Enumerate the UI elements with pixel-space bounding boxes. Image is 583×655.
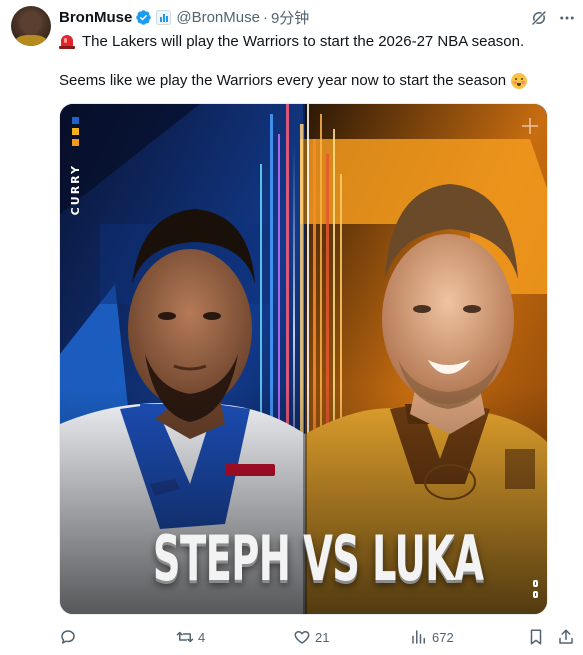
verified-badge-icon xyxy=(136,9,152,25)
views-count: 672 xyxy=(432,629,454,645)
author-handle[interactable]: @BronMuse xyxy=(176,9,260,26)
tweet-text-1: The Lakers will play the Warriors to sta… xyxy=(82,33,525,50)
tweet-media-image[interactable]: CURRY STEPH VS LUKA xyxy=(59,103,548,615)
repost-count: 4 xyxy=(198,629,206,645)
share-icon xyxy=(559,629,573,644)
grok-icon[interactable] xyxy=(530,9,548,27)
reply-button[interactable] xyxy=(59,626,77,648)
bookmark-icon xyxy=(530,629,542,645)
tweet-text-line-1: The Lakers will play the Warriors to sta… xyxy=(59,33,524,50)
flushed-face-emoji xyxy=(511,72,528,89)
tweet-text-2: Seems like we play the Warriors every ye… xyxy=(59,72,507,89)
tweet-text-line-2: Seems like we play the Warriors every ye… xyxy=(59,72,528,89)
like-count: 21 xyxy=(315,629,330,645)
heart-icon xyxy=(294,631,310,644)
vertical-player-label: CURRY xyxy=(69,164,82,216)
tweet-timestamp[interactable]: 9分钟 xyxy=(271,7,309,28)
label-square-gold-1 xyxy=(72,128,79,135)
author-avatar[interactable] xyxy=(11,6,51,46)
avatar-face xyxy=(22,14,40,36)
more-options-icon[interactable] xyxy=(558,9,576,27)
views-button[interactable]: 672 xyxy=(410,626,454,648)
share-button[interactable] xyxy=(557,626,575,648)
repost-button[interactable]: 4 xyxy=(176,626,205,648)
police-car-light-emoji xyxy=(59,34,75,49)
separator-dot: · xyxy=(262,8,268,26)
media-headline: STEPH VS LUKA xyxy=(152,522,484,595)
tweet-header: BronMuse @BronMuse · 9分钟 xyxy=(59,7,309,27)
label-square-gold-2 xyxy=(72,139,79,146)
affiliate-badge-icon[interactable] xyxy=(156,9,172,25)
corner-marks xyxy=(533,580,543,602)
plus-icon xyxy=(522,118,538,134)
avatar-jersey xyxy=(15,35,47,46)
label-square-blue xyxy=(72,117,79,124)
bookmark-button[interactable] xyxy=(527,626,545,648)
tweet-actions-bar: 4 21 672 xyxy=(0,626,583,648)
reply-icon xyxy=(61,630,75,644)
like-button[interactable]: 21 xyxy=(293,626,329,648)
author-name[interactable]: BronMuse xyxy=(59,9,132,26)
views-icon xyxy=(412,630,425,644)
repost-icon xyxy=(176,631,194,643)
